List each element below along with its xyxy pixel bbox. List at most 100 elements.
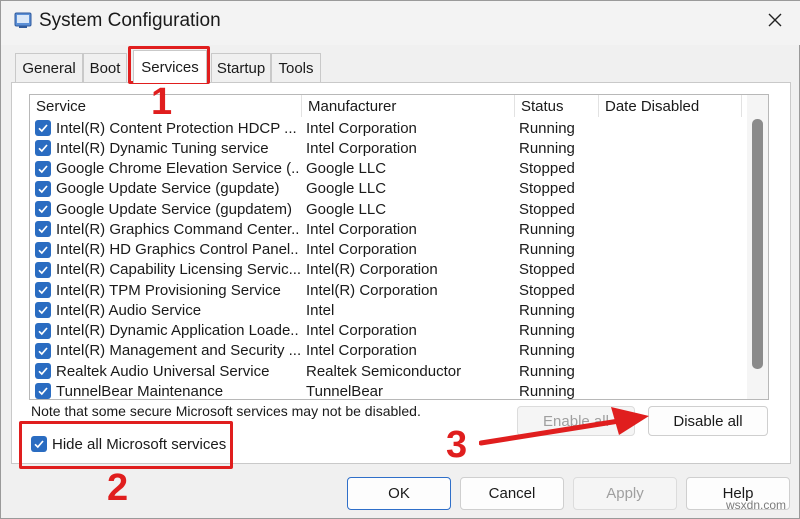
table-row[interactable]: Intel(R) Capability Licensing Servic... I…	[30, 260, 742, 280]
service-date-disabled	[603, 219, 739, 239]
service-name: Intel(R) Management and Security ...	[56, 342, 300, 360]
column-manufacturer[interactable]: Manufacturer	[302, 95, 515, 117]
msconfig-app-icon	[14, 11, 32, 29]
table-row[interactable]: Intel(R) TPM Provisioning Service Intel(R…	[30, 280, 742, 300]
service-name: Intel(R) Audio Service	[56, 301, 202, 319]
service-checkbox[interactable]	[35, 280, 55, 300]
system-configuration-window: System Configuration General Boot Servic…	[0, 0, 800, 519]
annotation-arrow-icon	[479, 407, 649, 446]
service-status: Running	[519, 241, 575, 258]
service-checkbox[interactable]	[35, 138, 55, 158]
service-manufacturer: Google LLC	[306, 180, 387, 198]
service-status: Stopped	[519, 281, 575, 299]
service-name: Intel(R) Graphics Command Center...	[56, 220, 300, 238]
service-status: Running	[519, 362, 575, 380]
service-name: Intel(R) Content Protection HDCP ...	[56, 119, 297, 137]
service-manufacturer: Google LLC	[306, 160, 387, 177]
service-checkbox[interactable]	[35, 118, 55, 138]
tab-services[interactable]: Services	[133, 50, 207, 83]
service-date-disabled	[603, 179, 739, 199]
service-status: Running	[519, 382, 575, 400]
service-name: Intel(R) TPM Provisioning Service	[56, 281, 281, 299]
table-row[interactable]: Google Update Service (gupdatem) Google L…	[30, 199, 742, 219]
service-date-disabled	[603, 260, 739, 280]
service-date-disabled	[603, 240, 739, 260]
service-name: Intel(R) HD Graphics Control Panel...	[56, 241, 300, 258]
annotation-number-3: 3	[446, 424, 468, 466]
service-status: Running	[519, 342, 575, 360]
disable-all-button[interactable]: Disable all	[648, 406, 768, 436]
service-checkbox[interactable]	[35, 159, 55, 179]
service-manufacturer: Google LLC	[306, 200, 387, 218]
close-icon	[767, 12, 783, 33]
service-checkbox[interactable]	[35, 300, 55, 320]
service-status: Stopped	[519, 200, 575, 218]
service-name: Realtek Audio Universal Service	[56, 362, 270, 380]
service-manufacturer: TunnelBear	[306, 382, 383, 400]
service-status: Running	[519, 139, 575, 157]
service-date-disabled	[603, 118, 739, 138]
tab-tools[interactable]: Tools	[271, 53, 321, 83]
annotation-box-hide-services	[19, 421, 233, 469]
service-checkbox[interactable]	[35, 179, 55, 199]
cancel-button[interactable]: Cancel	[460, 477, 564, 510]
apply-button[interactable]: Apply	[573, 477, 677, 510]
service-checkbox[interactable]	[35, 341, 55, 361]
table-row[interactable]: Intel(R) Dynamic Application Loade... Int…	[30, 321, 742, 341]
service-manufacturer: Intel Corporation	[306, 342, 417, 360]
table-row[interactable]: Intel(R) Audio Service Intel Running	[30, 300, 742, 320]
service-checkbox[interactable]	[35, 260, 55, 280]
table-row[interactable]: Realtek Audio Universal Service Realtek S…	[30, 361, 742, 381]
table-row[interactable]: Google Chrome Elevation Service (... Goog…	[30, 159, 742, 179]
column-status[interactable]: Status	[515, 95, 599, 117]
service-manufacturer: Realtek Semiconductor	[306, 362, 462, 380]
service-checkbox[interactable]	[35, 321, 55, 341]
service-checkbox[interactable]	[35, 381, 55, 399]
service-manufacturer: Intel Corporation	[306, 322, 417, 339]
service-status: Stopped	[519, 180, 575, 198]
service-status: Running	[519, 220, 575, 238]
title-bar: System Configuration	[1, 1, 800, 45]
tab-boot[interactable]: Boot	[83, 53, 127, 83]
note-text: Note that some secure Microsoft services…	[31, 403, 421, 419]
list-scrollbar[interactable]	[747, 95, 768, 399]
table-row[interactable]: Intel(R) HD Graphics Control Panel... Int…	[30, 240, 742, 260]
service-manufacturer: Intel Corporation	[306, 119, 417, 137]
column-date-disabled[interactable]: Date Disabled	[599, 95, 742, 117]
service-manufacturer: Intel Corporation	[306, 139, 417, 157]
service-date-disabled	[603, 280, 739, 300]
table-row[interactable]: Google Update Service (gupdate) Google LL…	[30, 179, 742, 199]
service-name: Google Update Service (gupdate)	[56, 180, 280, 198]
service-name: Intel(R) Dynamic Tuning service	[56, 139, 269, 157]
service-date-disabled	[603, 321, 739, 341]
service-manufacturer: Intel Corporation	[306, 220, 417, 238]
service-checkbox[interactable]	[35, 199, 55, 219]
service-status: Running	[519, 119, 575, 137]
ok-button[interactable]: OK	[347, 477, 451, 510]
watermark: wsxdn.com	[726, 498, 787, 512]
list-header: Service Manufacturer Status Date Disable…	[30, 95, 768, 117]
service-date-disabled	[603, 341, 739, 361]
table-row[interactable]: Intel(R) Dynamic Tuning service Intel Cor…	[30, 138, 742, 158]
table-row[interactable]: Intel(R) Content Protection HDCP ... Inte…	[30, 118, 742, 138]
table-row[interactable]: Intel(R) Management and Security ... Inte…	[30, 341, 742, 361]
service-manufacturer: Intel(R) Corporation	[306, 281, 438, 299]
service-checkbox[interactable]	[35, 240, 55, 260]
services-list[interactable]: Service Manufacturer Status Date Disable…	[29, 94, 769, 400]
service-manufacturer: Intel(R) Corporation	[306, 261, 438, 279]
service-date-disabled	[603, 138, 739, 158]
scrollbar-thumb[interactable]	[752, 119, 763, 369]
service-checkbox[interactable]	[35, 219, 55, 239]
annotation-number-2: 2	[107, 467, 129, 509]
tab-startup[interactable]: Startup	[211, 53, 271, 83]
service-date-disabled	[603, 381, 739, 399]
service-checkbox[interactable]	[35, 361, 55, 381]
tab-general[interactable]: General	[15, 53, 83, 83]
annotation-number-1: 1	[151, 81, 173, 123]
close-button[interactable]	[753, 3, 797, 41]
table-row[interactable]: Intel(R) Graphics Command Center... Intel…	[30, 219, 742, 239]
table-row[interactable]: TunnelBear Maintenance TunnelBear Running	[30, 381, 742, 400]
service-date-disabled	[603, 300, 739, 320]
service-status: Stopped	[519, 160, 575, 177]
service-status: Stopped	[519, 261, 575, 279]
